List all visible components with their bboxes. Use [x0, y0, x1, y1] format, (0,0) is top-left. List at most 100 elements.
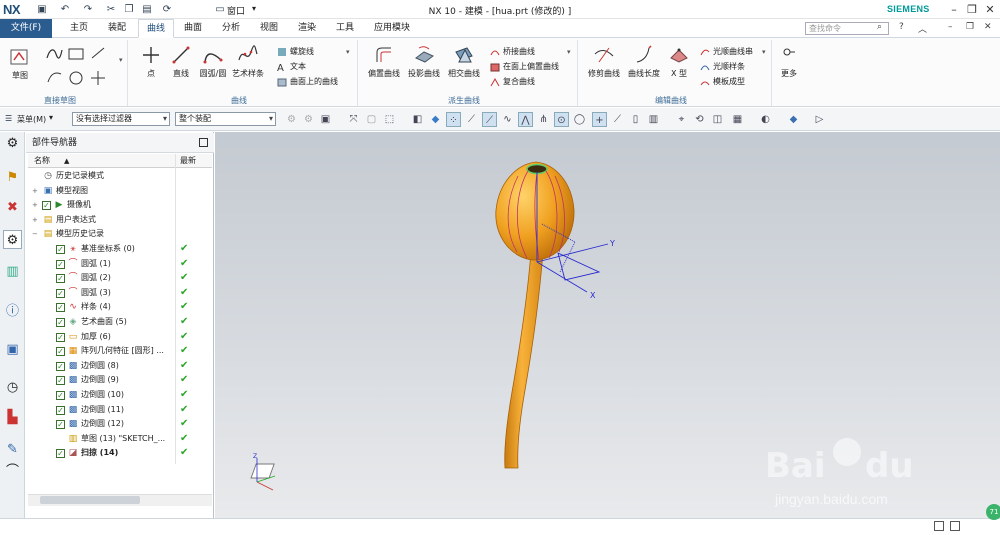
feature-checkbox[interactable]: ✓: [56, 391, 65, 400]
navigator-row[interactable]: ✓ ◪ 扫掠 (14) ✔: [28, 446, 212, 461]
navigator-row[interactable]: + ▤ 用户表达式: [28, 213, 212, 228]
fullscreen-icon[interactable]: [934, 521, 944, 531]
feature-checkbox[interactable]: ✓: [56, 245, 65, 254]
navigator-row[interactable]: ✓ ◈ 艺术曲面 (5) ✔: [28, 315, 212, 330]
doc-restore-button[interactable]: ❐: [966, 22, 974, 32]
studio-spline-button[interactable]: 艺术样条: [230, 44, 266, 79]
view-triad[interactable]: [250, 458, 276, 491]
navigator-row[interactable]: ◷ 历史记录模式: [28, 169, 212, 184]
restore-button[interactable]: ❐: [964, 2, 980, 17]
navigator-row[interactable]: ✓ ∿ 样条 (4) ✔: [28, 300, 212, 315]
feature-checkbox[interactable]: ✓: [56, 318, 65, 327]
close-button[interactable]: ✕: [982, 2, 998, 17]
project-curve-button[interactable]: 投影曲线: [404, 44, 444, 79]
status-indicator-icon[interactable]: 71: [986, 504, 1000, 520]
tab-applications[interactable]: 应用模块: [366, 19, 418, 38]
scrollbar-thumb[interactable]: [40, 496, 140, 504]
web-browser-icon[interactable]: ▣: [3, 340, 22, 359]
feature-checkbox[interactable]: ✓: [56, 420, 65, 430]
show-hide-icon[interactable]: ▷: [812, 112, 827, 127]
select-feature-icon[interactable]: ⤧: [346, 112, 361, 127]
endpoint-icon[interactable]: ⟋: [464, 112, 479, 127]
column-name[interactable]: 名称: [34, 154, 50, 168]
navigator-row[interactable]: ▥ 草图 (13) "SKETCH_... ✔: [28, 432, 212, 447]
help-icon[interactable]: ?: [899, 22, 904, 32]
feature-checkbox[interactable]: ✓: [42, 201, 51, 211]
redo-icon[interactable]: ↷: [81, 3, 95, 16]
line-button[interactable]: 直线: [166, 44, 196, 79]
pan-view-icon[interactable]: ◫: [710, 112, 725, 127]
sketch-button[interactable]: 草图: [5, 46, 35, 81]
feature-checkbox[interactable]: ✓: [56, 332, 65, 342]
bridge-curve-button[interactable]: 桥接曲线: [490, 44, 535, 59]
tab-assembly[interactable]: 装配: [100, 19, 134, 38]
window-menu[interactable]: 窗口: [227, 4, 245, 17]
feature-checkbox[interactable]: ✓: [56, 405, 65, 415]
search-icon[interactable]: ⌕: [877, 22, 882, 32]
intersection-point-icon[interactable]: ⋔: [536, 112, 551, 127]
navigator-row[interactable]: ✓ ▩ 边倒圆 (8) ✔: [28, 359, 212, 374]
copy-icon[interactable]: ❐: [122, 3, 136, 16]
window-icon[interactable]: ▭: [214, 3, 226, 16]
navigator-row[interactable]: ✓ ▩ 边倒圆 (10) ✔: [28, 388, 212, 403]
doc-close-button[interactable]: ✕: [984, 22, 992, 32]
save-icon[interactable]: ▣: [35, 3, 49, 16]
existing-point-icon[interactable]: +: [592, 112, 607, 127]
feature-checkbox[interactable]: ✓: [56, 274, 65, 284]
navigator-row[interactable]: + ✓ ▶ 摄像机: [28, 198, 212, 213]
system-materials-icon[interactable]: ▙: [3, 408, 22, 427]
maximize-navigator-icon[interactable]: [199, 138, 208, 147]
expand-toggle-icon[interactable]: +: [32, 213, 38, 228]
assembly-navigator-icon[interactable]: ⚑: [3, 168, 22, 187]
point-button[interactable]: 点: [136, 44, 166, 79]
navigator-row[interactable]: ✓ ⌒ 圆弧 (1) ✔: [28, 257, 212, 272]
graphics-viewport[interactable]: Y X Z Bai du jingyan.baidu.com: [215, 132, 1000, 518]
part-navigator-icon[interactable]: ⚙: [3, 230, 22, 249]
cut-icon[interactable]: ✂: [104, 3, 118, 16]
reuse-library-icon[interactable]: ▥: [3, 262, 22, 281]
navigator-row[interactable]: ✓ ▩ 边倒圆 (11) ✔: [28, 403, 212, 418]
smooth-spline-button[interactable]: 光顺样条: [700, 59, 745, 74]
file-menu[interactable]: 文件(F): [0, 19, 52, 38]
fair-curve-string-button[interactable]: 光顺曲线串: [700, 44, 753, 59]
menu-button[interactable]: 菜单(M): [17, 114, 46, 125]
navigator-row[interactable]: ✓ ⌒ 圆弧 (3) ✔: [28, 286, 212, 301]
navigator-row[interactable]: − ▤ 模型历史记录: [28, 227, 212, 242]
curve-on-surface-button[interactable]: 曲面上的曲线: [277, 74, 338, 89]
constraint-navigator-icon[interactable]: ✖: [3, 198, 22, 217]
render-style-icon[interactable]: ◐: [758, 112, 773, 127]
navigator-row[interactable]: ✓ ⌒ 圆弧 (2) ✔: [28, 271, 212, 286]
more-button[interactable]: 更多: [776, 44, 802, 79]
point-on-face-icon[interactable]: ▯: [628, 112, 643, 127]
sort-ascending-icon[interactable]: ▲: [64, 154, 69, 168]
face-icon[interactable]: ◧: [410, 112, 425, 127]
navigator-row[interactable]: ✓ ⚹ 基准坐标系 (0) ✔: [28, 242, 212, 257]
navigator-row[interactable]: ✓ ▦ 阵列几何特征 [圆形] ... ✔: [28, 344, 212, 359]
helix-button[interactable]: 螺旋线: [277, 44, 314, 59]
tab-tools[interactable]: 工具: [328, 19, 362, 38]
offset-curve-button[interactable]: 偏置曲线: [364, 44, 404, 79]
shape-by-template-button[interactable]: 模板成型: [700, 74, 745, 89]
repeat-command-icon[interactable]: ⟳: [160, 3, 174, 16]
column-latest[interactable]: 最新: [180, 154, 196, 168]
fit-view-icon[interactable]: ⌖: [674, 112, 689, 127]
paste-icon[interactable]: ▤: [140, 3, 154, 16]
layout-icon[interactable]: ▦: [730, 112, 745, 127]
doc-minimize-button[interactable]: –: [948, 22, 953, 32]
tab-view[interactable]: 视图: [252, 19, 286, 38]
tab-analysis[interactable]: 分析: [214, 19, 248, 38]
curve-point-icon[interactable]: ∿: [500, 112, 515, 127]
chevron-down-icon[interactable]: ▾: [252, 4, 256, 13]
selection-scope-dropdown[interactable]: 整个装配: [175, 112, 276, 126]
arc-center-icon[interactable]: ⊙: [554, 112, 569, 127]
feature-checkbox[interactable]: ✓: [56, 361, 65, 371]
orient-view-icon[interactable]: ◆: [786, 112, 801, 127]
model-canvas[interactable]: Y X Z Bai du jingyan.baidu.com: [215, 132, 1000, 518]
feature-checkbox[interactable]: ✓: [56, 288, 65, 298]
arc-circle-button[interactable]: 圆弧/圆: [196, 44, 230, 79]
chevron-down-icon[interactable]: ▾: [49, 113, 53, 122]
body-icon[interactable]: ◆: [428, 112, 443, 127]
quadrant-point-icon[interactable]: ◯: [572, 112, 587, 127]
trim-curve-button[interactable]: 修剪曲线: [584, 44, 624, 79]
feature-checkbox[interactable]: ✓: [56, 347, 65, 357]
